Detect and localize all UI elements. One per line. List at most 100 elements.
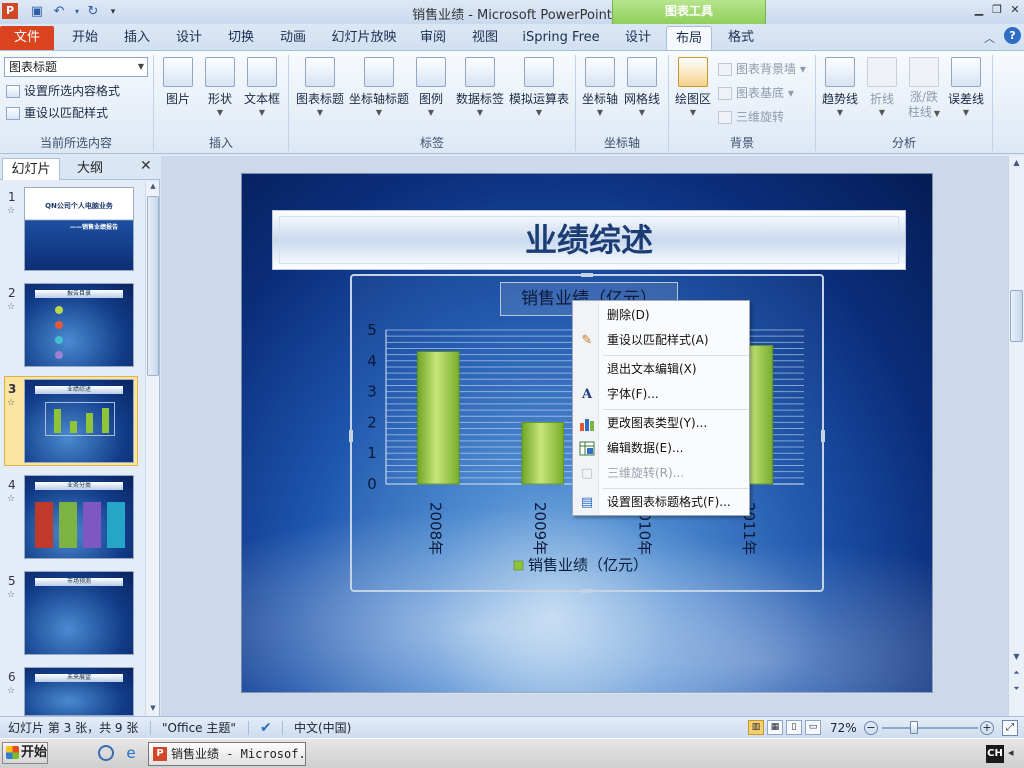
tab-transitions[interactable]: 切换 (218, 26, 264, 50)
slide-thumbnail-1[interactable]: QN公司个人电脑业务 ——销售业绩报告 (24, 187, 134, 271)
menu-item-format-chart-title[interactable]: ▤ 设置图表标题格式(F)... (573, 490, 749, 515)
tab-file[interactable]: 文件 (0, 26, 54, 50)
insert-picture-button[interactable]: 图片 (158, 55, 198, 131)
tab-chart-design[interactable]: 设计 (616, 26, 660, 50)
slideshow-view-icon[interactable]: ▭ (805, 720, 821, 735)
taskbar-powerpoint-item[interactable]: P 销售业绩 - Microsof... (148, 742, 306, 766)
chart-title-button[interactable]: 图表标题 ▼ (292, 55, 348, 131)
rotation-3d-button[interactable]: 三维旋转 (718, 107, 784, 127)
normal-view-icon[interactable]: ▥ (748, 720, 764, 735)
slide-thumbnail-2[interactable]: 报告目录 (24, 283, 134, 367)
theme-name[interactable]: "Office 主题" (162, 717, 236, 739)
tab-slideshow[interactable]: 幻灯片放映 (326, 26, 402, 50)
gridlines-button[interactable]: 网格线 ▼ (622, 55, 662, 131)
trendline-button[interactable]: 趋势线 ▼ (820, 55, 860, 131)
ribbon: 图表标题 ▼ 设置所选内容格式 重设以匹配样式 当前所选内容 图片 形状 ▼ 文本框… (0, 50, 1024, 154)
tray-expand-icon[interactable]: ◂ (1008, 746, 1014, 759)
undo-icon[interactable]: ↶ (50, 3, 68, 21)
format-selection-button[interactable]: 设置所选内容格式 (6, 81, 120, 101)
help-icon[interactable]: ? (1004, 27, 1021, 44)
slide-thumbnail-6[interactable]: 未来展望 (24, 667, 134, 716)
reading-view-icon[interactable]: ▯ (786, 720, 802, 735)
slide-title-box[interactable]: 业绩综述 (272, 210, 906, 270)
rotation-3d-icon (718, 111, 732, 124)
format-selection-label: 设置所选内容格式 (24, 84, 121, 98)
lines-button[interactable]: 折线 ▼ (864, 55, 900, 131)
redo-icon[interactable]: ↻ (84, 3, 102, 21)
updown-bars-button[interactable]: 涨/跌 柱线 ▼ (904, 55, 944, 131)
tab-review[interactable]: 审阅 (410, 26, 456, 50)
menu-item-edit-data[interactable]: 编辑数据(E)... (573, 436, 749, 461)
insert-shapes-button[interactable]: 形状 ▼ (200, 55, 240, 131)
customize-qat-icon[interactable]: ▾ (104, 3, 122, 21)
tab-layout[interactable]: 布局 (666, 26, 712, 50)
tab-animations[interactable]: 动画 (270, 26, 316, 50)
zoom-level[interactable]: 72% (830, 717, 857, 739)
slide-sorter-icon[interactable]: ▦ (767, 720, 783, 735)
chart-floor-button[interactable]: 图表基底 ▾ (718, 83, 794, 103)
zoom-in-icon[interactable]: + (980, 721, 994, 735)
fit-to-window-icon[interactable]: ⤢ (1002, 720, 1018, 736)
editor-scrollbar[interactable]: ▲ ▼ ⏶ ⏷ (1008, 156, 1024, 716)
reset-style-button[interactable]: 重设以匹配样式 (6, 103, 108, 123)
tab-design[interactable]: 设计 (166, 26, 212, 50)
scroll-down-icon[interactable]: ▼ (147, 704, 159, 716)
menu-item-delete[interactable]: 删除(D) (573, 303, 749, 328)
close-panel-icon[interactable]: ✕ (140, 158, 152, 174)
zoom-slider-thumb[interactable] (910, 721, 918, 734)
chart-wall-button[interactable]: 图表背景墙 ▾ (718, 59, 806, 79)
tab-insert[interactable]: 插入 (114, 26, 160, 50)
scroll-up-icon[interactable]: ▲ (1009, 156, 1024, 170)
internet-explorer-icon[interactable]: e (122, 744, 140, 762)
updown-label-1: 涨/跌 (909, 90, 939, 104)
zoom-slider-track[interactable] (882, 727, 978, 729)
close-icon[interactable]: ✕ (1006, 2, 1024, 18)
chart-element-dropdown[interactable]: 图表标题 ▼ (4, 57, 148, 77)
scroll-up-icon[interactable]: ▲ (147, 182, 159, 194)
minimize-icon[interactable]: ▁ (970, 2, 988, 18)
menu-item-3d-rotation[interactable]: ▢ 三维旋转(R)... (573, 461, 749, 486)
next-slide-icon[interactable]: ⏷ (1009, 682, 1024, 696)
legend-button[interactable]: 图例 ▼ (412, 55, 450, 131)
scrollbar-thumb[interactable] (1010, 290, 1023, 342)
thumbnails-scrollbar[interactable]: ▲ ▼ (145, 182, 159, 716)
menu-item-reset-style[interactable]: ✎ 重设以匹配样式(A) (573, 328, 749, 353)
start-button[interactable]: 开始 (2, 742, 48, 764)
quicklaunch-icon[interactable] (98, 745, 114, 761)
chevron-down-icon: ▼ (375, 108, 383, 117)
tab-outline[interactable]: 大纲 (62, 158, 118, 180)
collapse-ribbon-icon[interactable]: ︿ (984, 30, 995, 46)
axes-button[interactable]: 坐标轴 ▼ (580, 55, 620, 131)
slide-thumbnail-5[interactable]: 市场预测 (24, 571, 134, 655)
star-icon: ☆ (7, 686, 16, 696)
slide-thumbnail-3[interactable]: 业绩综述 (24, 379, 134, 463)
spellcheck-icon[interactable]: ✔ (260, 717, 272, 739)
menu-item-exit-text-edit[interactable]: 退出文本编辑(X) (573, 357, 749, 382)
save-icon[interactable]: ▣ (28, 3, 46, 21)
tab-view[interactable]: 视图 (462, 26, 508, 50)
language[interactable]: 中文(中国) (294, 717, 351, 739)
tab-home[interactable]: 开始 (62, 26, 108, 50)
scrollbar-thumb[interactable] (147, 196, 159, 376)
axis-titles-button[interactable]: 坐标轴标题 ▼ (348, 55, 410, 131)
app-icon[interactable]: P (2, 3, 18, 19)
plot-area-button[interactable]: 绘图区 ▼ (672, 55, 714, 131)
menu-item-font[interactable]: A 字体(F)... (573, 382, 749, 407)
ime-indicator[interactable]: CH (986, 745, 1004, 763)
menu-item-label: 更改图表类型(Y)... (607, 416, 708, 430)
restore-icon[interactable]: ❐ (988, 2, 1006, 18)
insert-textbox-button[interactable]: 文本框 ▼ (242, 55, 282, 131)
scroll-down-icon[interactable]: ▼ (1009, 650, 1024, 664)
data-table-button[interactable]: 模拟运算表 ▼ (508, 55, 570, 131)
error-bars-button[interactable]: 误差线 ▼ (946, 55, 986, 131)
tab-ispring[interactable]: iSpring Free (518, 26, 604, 50)
zoom-out-icon[interactable]: − (864, 721, 878, 735)
previous-slide-icon[interactable]: ⏶ (1009, 666, 1024, 680)
menu-item-change-chart-type[interactable]: 更改图表类型(Y)... (573, 411, 749, 436)
group-label-labels: 标签 (419, 136, 444, 150)
slide-thumbnail-4[interactable]: 业务分类 (24, 475, 134, 559)
shapes-icon (205, 57, 235, 87)
tab-format[interactable]: 格式 (718, 26, 764, 50)
data-labels-button[interactable]: 数据标签 ▼ (452, 55, 508, 131)
tab-slides[interactable]: 幻灯片 (2, 158, 60, 180)
